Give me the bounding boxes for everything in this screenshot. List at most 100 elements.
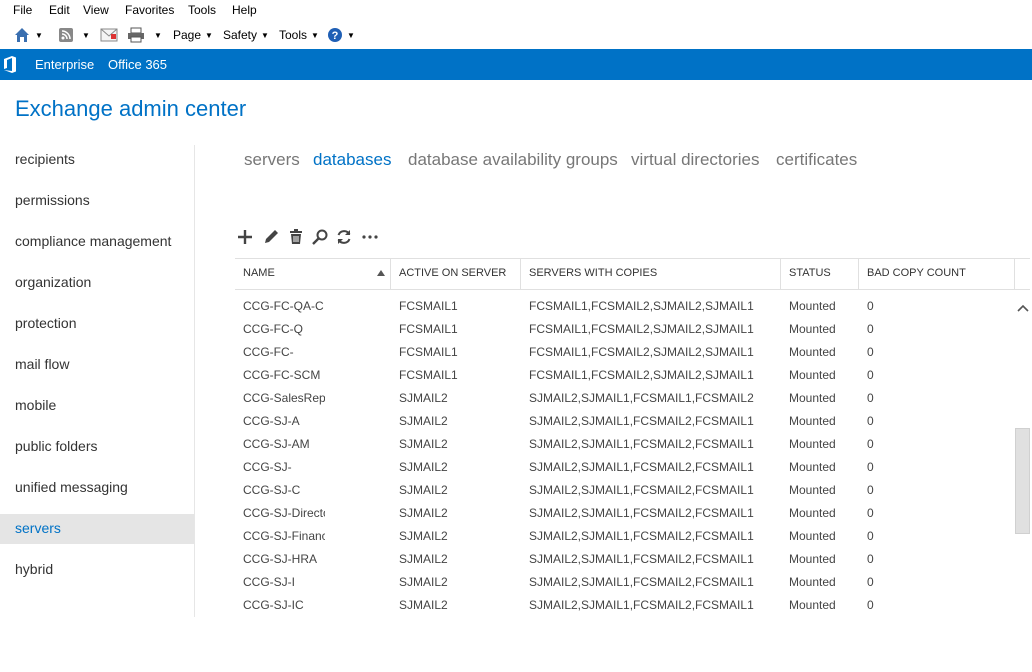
cell-status: Mounted — [789, 483, 836, 497]
cell-servers-with-copies: FCSMAIL1,FCSMAIL2,SJMAIL2,SJMAIL1 — [529, 345, 754, 359]
cell-active-server: SJMAIL2 — [399, 483, 448, 497]
cell-bad-copy-count: 0 — [867, 598, 874, 612]
menu-favorites[interactable]: Favorites — [125, 3, 174, 17]
table-row[interactable]: CCG-SJ-HRA SJMAIL2 SJMAIL2,SJMAIL1,FCSMA… — [235, 548, 1015, 571]
page-menu-label: Page — [173, 28, 202, 42]
column-divider[interactable] — [1014, 259, 1015, 289]
search-icon[interactable] — [311, 228, 329, 246]
edit-icon[interactable] — [262, 228, 280, 246]
menu-edit[interactable]: Edit — [49, 3, 70, 17]
tab-database-availability-groups[interactable]: database availability groups — [408, 150, 618, 170]
menu-view[interactable]: View — [83, 3, 109, 17]
table-row[interactable]: CCG-SJ-AM SJMAIL2 SJMAIL2,SJMAIL1,FCSMAI… — [235, 433, 1015, 456]
column-header-name[interactable]: NAME — [235, 259, 390, 289]
office-logo-icon[interactable] — [3, 56, 17, 73]
menu-tools[interactable]: Tools — [188, 3, 216, 17]
mail-button[interactable] — [100, 26, 118, 44]
cell-status: Mounted — [789, 437, 836, 451]
cell-status: Mounted — [789, 529, 836, 543]
home-button[interactable]: ▼ — [13, 26, 43, 44]
column-header-active-on-server[interactable]: ACTIVE ON SERVER — [391, 259, 520, 289]
delete-icon[interactable] — [287, 228, 305, 246]
page-menu-button[interactable]: Page ▼ — [173, 26, 213, 44]
cell-status: Mounted — [789, 552, 836, 566]
cell-status: Mounted — [789, 322, 836, 336]
help-menu-button[interactable]: ? ▼ — [327, 26, 355, 44]
cell-bad-copy-count: 0 — [867, 299, 874, 313]
tools-menu-button[interactable]: Tools ▼ — [279, 26, 319, 44]
cell-bad-copy-count: 0 — [867, 368, 874, 382]
print-button[interactable]: ▼ — [127, 26, 162, 44]
cell-active-server: SJMAIL2 — [399, 506, 448, 520]
nav-item-servers[interactable]: servers — [0, 514, 194, 544]
cell-name: CCG-SJ-C — [243, 483, 301, 497]
table-row[interactable]: CCG-SJ-Finance SJMAIL2 SJMAIL2,SJMAIL1,F… — [235, 525, 1015, 548]
tab-servers[interactable]: servers — [244, 150, 300, 170]
nav-item-mail-flow[interactable]: mail flow — [0, 350, 194, 380]
cell-servers-with-copies: SJMAIL2,SJMAIL1,FCSMAIL2,FCSMAIL1 — [529, 552, 754, 566]
nav-item-protection[interactable]: protection — [0, 309, 194, 339]
cell-active-server: SJMAIL2 — [399, 460, 448, 474]
cell-name: CCG-SJ-Finance — [243, 529, 325, 543]
nav-item-compliance-management[interactable]: compliance management — [0, 227, 194, 257]
refresh-icon[interactable] — [335, 228, 353, 246]
safety-menu-button[interactable]: Safety ▼ — [223, 26, 269, 44]
nav-enterprise[interactable]: Enterprise — [35, 57, 94, 72]
table-row[interactable]: CCG-SJ-C SJMAIL2 SJMAIL2,SJMAIL1,FCSMAIL… — [235, 479, 1015, 502]
table-row[interactable]: CCG-SJ-I SJMAIL2 SJMAIL2,SJMAIL1,FCSMAIL… — [235, 571, 1015, 594]
more-icon[interactable] — [361, 228, 379, 246]
cell-status: Mounted — [789, 368, 836, 382]
tab-virtual-directories[interactable]: virtual directories — [631, 150, 760, 170]
nav-item-recipients[interactable]: recipients — [0, 145, 194, 175]
table-row[interactable]: CCG-SJ-Director SJMAIL2 SJMAIL2,SJMAIL1,… — [235, 502, 1015, 525]
cell-active-server: FCSMAIL1 — [399, 299, 458, 313]
nav-item-unified-messaging[interactable]: unified messaging — [0, 473, 194, 503]
safety-menu-label: Safety — [223, 28, 258, 42]
tab-certificates[interactable]: certificates — [776, 150, 857, 170]
menu-help[interactable]: Help — [232, 3, 257, 17]
cell-servers-with-copies: SJMAIL2,SJMAIL1,FCSMAIL2,FCSMAIL1 — [529, 414, 754, 428]
cell-bad-copy-count: 0 — [867, 483, 874, 497]
add-icon[interactable] — [236, 228, 254, 246]
scrollbar-thumb[interactable] — [1015, 428, 1030, 534]
menu-file[interactable]: File — [13, 3, 32, 17]
cell-status: Mounted — [789, 345, 836, 359]
cell-servers-with-copies: FCSMAIL1,FCSMAIL2,SJMAIL2,SJMAIL1 — [529, 322, 754, 336]
feeds-button[interactable]: ▼ — [58, 26, 90, 44]
table-row[interactable]: CCG-SJ-IC SJMAIL2 SJMAIL2,SJMAIL1,FCSMAI… — [235, 594, 1015, 617]
nav-item-hybrid[interactable]: hybrid — [0, 555, 194, 585]
nav-item-permissions[interactable]: permissions — [0, 186, 194, 216]
nav-office365[interactable]: Office 365 — [108, 57, 167, 72]
cell-active-server: SJMAIL2 — [399, 575, 448, 589]
printer-icon — [128, 27, 144, 43]
nav-item-public-folders[interactable]: public folders — [0, 432, 194, 462]
ie-menu-bar: File Edit View Favorites Tools Help — [0, 0, 1032, 21]
cell-bad-copy-count: 0 — [867, 460, 874, 474]
table-row[interactable]: CCG-FC- FCSMAIL1 FCSMAIL1,FCSMAIL2,SJMAI… — [235, 341, 1015, 364]
column-header-status[interactable]: STATUS — [781, 259, 858, 289]
cell-active-server: SJMAIL2 — [399, 552, 448, 566]
cell-status: Mounted — [789, 575, 836, 589]
tab-databases[interactable]: databases — [313, 150, 391, 170]
chevron-up-icon[interactable] — [1017, 302, 1029, 314]
cell-servers-with-copies: SJMAIL2,SJMAIL1,FCSMAIL2,FCSMAIL1 — [529, 529, 754, 543]
table-row[interactable]: CCG-FC-QA-C FCSMAIL1 FCSMAIL1,FCSMAIL2,S… — [235, 295, 1015, 318]
cell-bad-copy-count: 0 — [867, 391, 874, 405]
cell-servers-with-copies: SJMAIL2,SJMAIL1,FCSMAIL1,FCSMAIL2 — [529, 391, 754, 405]
table-row[interactable]: CCG-SJ- SJMAIL2 SJMAIL2,SJMAIL1,FCSMAIL2… — [235, 456, 1015, 479]
nav-item-mobile[interactable]: mobile — [0, 391, 194, 421]
cell-name: CCG-SalesRep — [243, 391, 325, 405]
cell-bad-copy-count: 0 — [867, 437, 874, 451]
nav-item-organization[interactable]: organization — [0, 268, 194, 298]
table-row[interactable]: CCG-FC-Q FCSMAIL1 FCSMAIL1,FCSMAIL2,SJMA… — [235, 318, 1015, 341]
cell-name: CCG-FC-Q — [243, 322, 303, 336]
tools-menu-label: Tools — [279, 28, 308, 42]
column-header-servers-with-copies[interactable]: SERVERS WITH COPIES — [521, 259, 780, 289]
table-row[interactable]: CCG-FC-SCM FCSMAIL1 FCSMAIL1,FCSMAIL2,SJ… — [235, 364, 1015, 387]
chevron-down-icon: ▼ — [154, 30, 162, 40]
table-row[interactable]: CCG-SalesRep SJMAIL2 SJMAIL2,SJMAIL1,FCS… — [235, 387, 1015, 410]
left-navigation: recipients permissions compliance manage… — [0, 145, 195, 617]
column-header-bad-copy-count[interactable]: BAD COPY COUNT — [859, 259, 1014, 289]
table-row[interactable]: CCG-SJ-A SJMAIL2 SJMAIL2,SJMAIL1,FCSMAIL… — [235, 410, 1015, 433]
cell-active-server: SJMAIL2 — [399, 414, 448, 428]
